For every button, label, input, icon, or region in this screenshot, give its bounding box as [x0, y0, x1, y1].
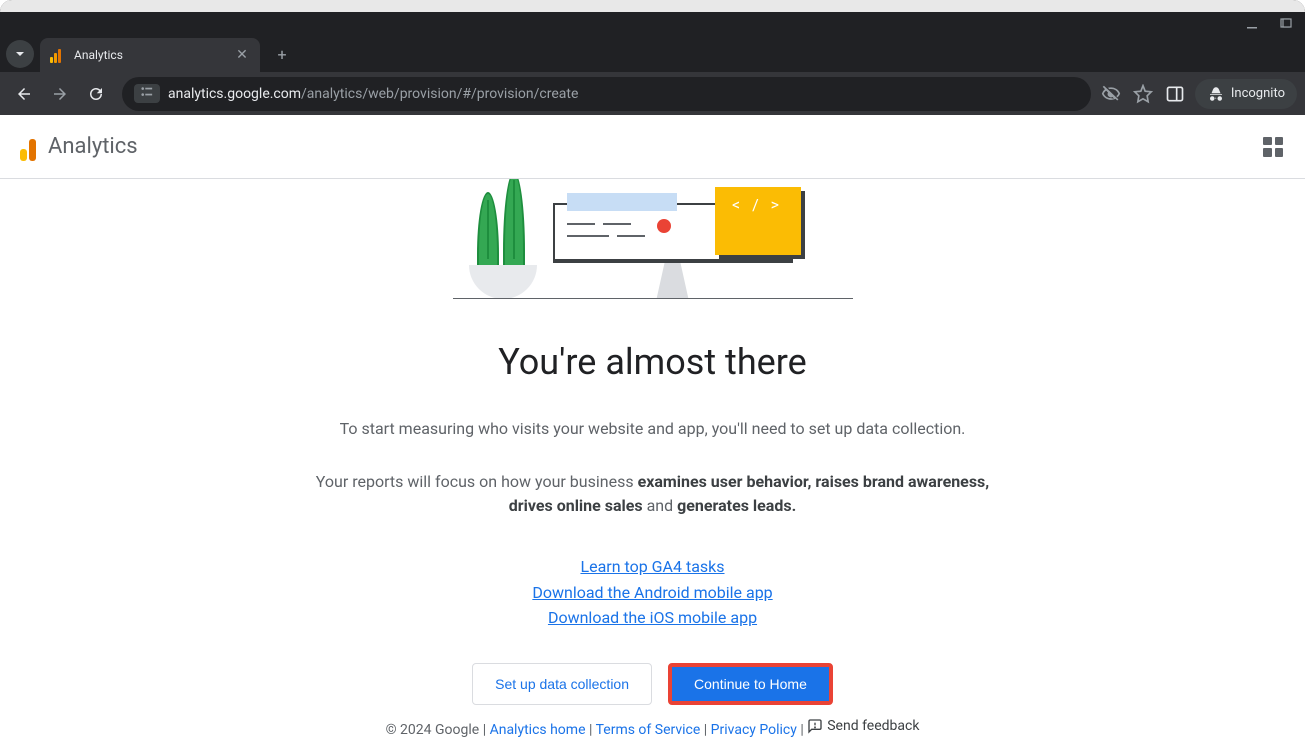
maximize-icon[interactable] [1279, 17, 1293, 31]
link-android-app[interactable]: Download the Android mobile app [532, 580, 772, 606]
setup-data-collection-button[interactable]: Set up data collection [472, 663, 652, 705]
link-ios-app[interactable]: Download the iOS mobile app [532, 605, 772, 631]
continue-highlight: Continue to Home [668, 663, 833, 705]
new-tab-button[interactable]: + [268, 40, 296, 68]
page-headline: You're almost there [498, 341, 806, 383]
close-tab-icon[interactable]: ✕ [234, 47, 250, 63]
copyright-text: © 2024 Google [386, 722, 480, 738]
tab-search-dropdown[interactable] [6, 40, 34, 68]
forward-button[interactable] [44, 78, 76, 110]
app-name: Analytics [48, 134, 138, 159]
action-buttons: Set up data collection Continue to Home [472, 663, 833, 705]
continue-to-home-button[interactable]: Continue to Home [672, 667, 829, 701]
app-header: Analytics [0, 115, 1305, 179]
tab-bar: Analytics ✕ + [0, 36, 1305, 72]
window-titlebar [0, 12, 1305, 36]
nav-bar: analytics.google.com/analytics/web/provi… [0, 72, 1305, 115]
back-button[interactable] [8, 78, 40, 110]
minimize-icon[interactable] [1245, 17, 1259, 31]
eye-off-icon[interactable] [1101, 84, 1121, 104]
footer-analytics-home-link[interactable]: Analytics home [490, 722, 586, 738]
footer-tos-link[interactable]: Terms of Service [596, 722, 701, 738]
reload-button[interactable] [80, 78, 112, 110]
feedback-icon [807, 718, 823, 734]
send-feedback-button[interactable]: Send feedback [807, 718, 919, 734]
reports-description: Your reports will focus on how your busi… [293, 470, 1013, 518]
address-bar[interactable]: analytics.google.com/analytics/web/provi… [122, 77, 1091, 111]
url-text: analytics.google.com/analytics/web/provi… [168, 86, 578, 102]
side-panel-icon[interactable] [1165, 84, 1185, 104]
browser-chrome: Analytics ✕ + analytics.google.com/analy… [0, 0, 1305, 115]
tab-title: Analytics [74, 48, 226, 62]
window-top-strip [0, 0, 1305, 12]
incognito-badge[interactable]: Incognito [1195, 79, 1297, 109]
site-info-icon[interactable] [134, 84, 160, 103]
footer-privacy-link[interactable]: Privacy Policy [711, 722, 797, 738]
incognito-label: Incognito [1231, 86, 1285, 101]
browser-tab-analytics[interactable]: Analytics ✕ [40, 38, 260, 72]
help-links: Learn top GA4 tasks Download the Android… [532, 554, 772, 631]
link-ga4-tasks[interactable]: Learn top GA4 tasks [532, 554, 772, 580]
main-content: < / > You're almost there To start measu… [0, 179, 1305, 748]
url-actions [1101, 84, 1185, 104]
analytics-favicon-icon [50, 47, 66, 63]
app-brand[interactable]: Analytics [20, 133, 138, 161]
analytics-logo-icon [20, 133, 36, 161]
apps-grid-icon[interactable] [1261, 135, 1285, 159]
star-icon[interactable] [1133, 84, 1153, 104]
footer: © 2024 Google | Analytics home | Terms o… [0, 718, 1305, 738]
setup-illustration: < / > [453, 179, 853, 299]
page-subtext: To start measuring who visits your websi… [340, 419, 966, 438]
